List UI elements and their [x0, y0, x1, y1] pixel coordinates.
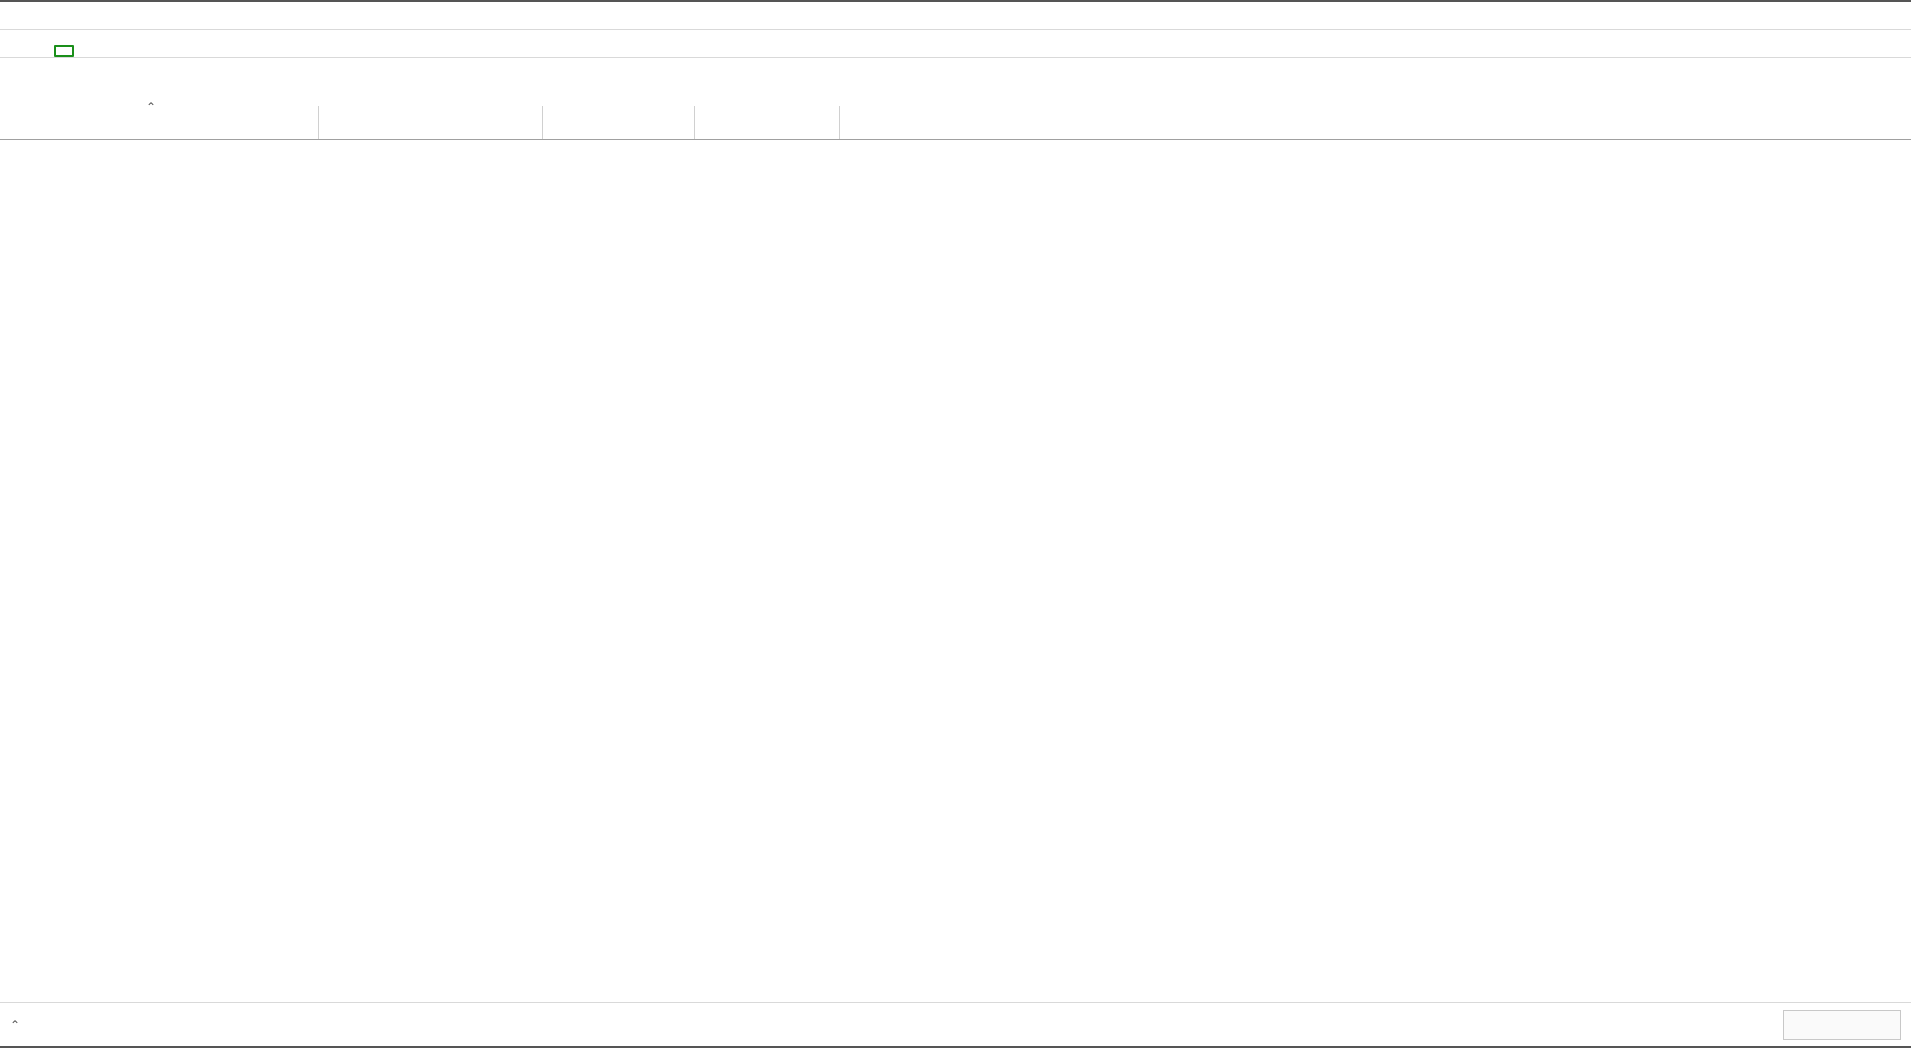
menu-view[interactable]	[44, 12, 64, 20]
tab-users[interactable]	[74, 47, 92, 57]
column-headers: ⌃	[0, 106, 1911, 140]
menu-options[interactable]	[24, 12, 44, 20]
tab-services[interactable]	[110, 47, 128, 57]
tab-app-history[interactable]	[36, 47, 54, 57]
footer: ⌃	[0, 1002, 1911, 1046]
chevron-up-icon: ⌃	[10, 1018, 20, 1032]
column-startup-impact[interactable]	[694, 106, 840, 139]
column-status[interactable]	[542, 106, 694, 139]
tab-bar	[0, 30, 1911, 58]
fewer-details-toggle[interactable]: ⌃	[10, 1018, 32, 1032]
sort-ascending-icon: ⌃	[146, 100, 156, 114]
tab-processes[interactable]	[0, 47, 18, 57]
startup-list	[0, 140, 1911, 1002]
column-publisher[interactable]	[318, 106, 542, 139]
menubar	[0, 2, 1911, 30]
column-name[interactable]	[0, 106, 318, 139]
menu-file[interactable]	[4, 12, 24, 20]
tab-startup[interactable]	[54, 45, 74, 57]
disable-button[interactable]	[1783, 1010, 1901, 1040]
bios-time-row	[0, 58, 1911, 106]
tab-details[interactable]	[92, 47, 110, 57]
tab-performance[interactable]	[18, 47, 36, 57]
